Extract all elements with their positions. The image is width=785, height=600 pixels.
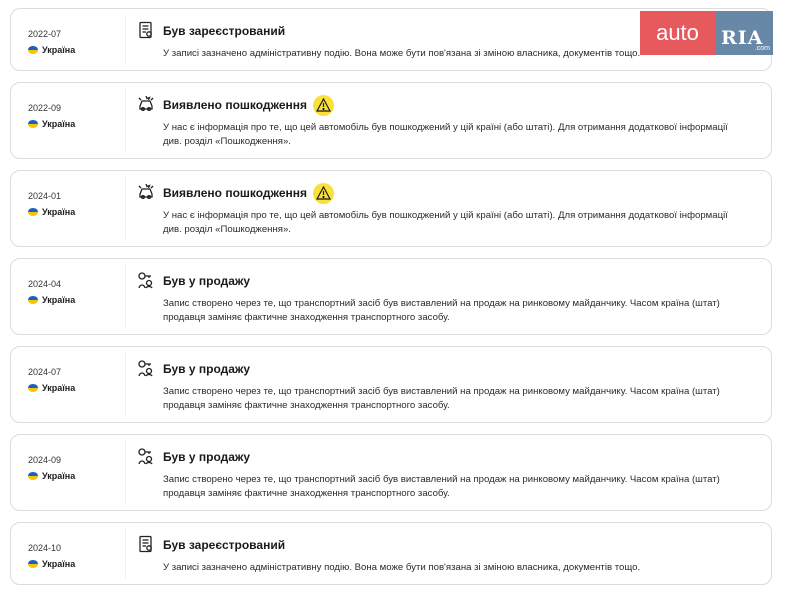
- event-date: 2022-09: [28, 103, 62, 113]
- ukraine-flag-icon: [28, 384, 38, 392]
- event-body: Виявлено пошкодження У нас є інформація …: [126, 171, 771, 246]
- ukraine-flag-icon: [28, 208, 38, 216]
- ukraine-flag-icon: [28, 560, 38, 568]
- damaged-car-icon: [137, 183, 157, 203]
- history-event-card: 2024-10 Україна Був зареєстрований У зап…: [10, 522, 772, 585]
- event-title-row: Виявлено пошкодження: [137, 182, 755, 204]
- event-meta: 2022-09 Україна: [11, 89, 126, 152]
- event-country: Україна: [28, 119, 125, 129]
- history-event-card: 2022-09 Україна Виявлено пошкодження У н…: [10, 82, 772, 159]
- event-date: 2024-10: [28, 543, 62, 553]
- history-event-card: 2024-01 Україна Виявлено пошкодження У н…: [10, 170, 772, 247]
- autoria-watermark-logo: auto RIA .com: [640, 11, 774, 55]
- event-meta: 2024-09 Україна: [11, 441, 126, 504]
- event-title-row: Був зареєстрований: [137, 535, 755, 555]
- event-title: Був зареєстрований: [163, 538, 286, 552]
- event-country: Україна: [28, 471, 125, 481]
- event-meta: 2024-07 Україна: [11, 353, 126, 416]
- event-country: Україна: [28, 295, 125, 305]
- event-title: Був зареєстрований: [163, 24, 286, 38]
- registration-document-icon: [137, 21, 157, 41]
- event-meta: 2024-04 Україна: [11, 265, 126, 328]
- event-title-row: Був у продажу: [137, 271, 755, 291]
- event-date: 2024-07: [28, 367, 62, 377]
- event-meta: 2022-07 Україна: [11, 15, 126, 64]
- history-event-card: 2024-07 Україна Був у продажу Запис ство…: [10, 346, 772, 423]
- event-country-label: Україна: [42, 45, 76, 55]
- event-country-label: Україна: [42, 559, 76, 569]
- warning-icon: [313, 94, 335, 116]
- for-sale-key-icon: [137, 447, 157, 467]
- event-description: У нас є інформація про те, що цей автомо…: [163, 210, 728, 235]
- logo-ria-block: RIA .com: [715, 11, 773, 55]
- event-date: 2024-01: [28, 191, 62, 201]
- for-sale-key-icon: [137, 271, 157, 291]
- for-sale-key-icon: [137, 359, 157, 379]
- event-description: Запис створено через те, що транспортний…: [163, 298, 720, 323]
- vehicle-history-timeline: 2022-07 Україна Був зареєстрований У зап…: [10, 8, 772, 596]
- event-country: Україна: [28, 207, 125, 217]
- registration-document-icon: [137, 535, 157, 555]
- event-title-row: Був у продажу: [137, 359, 755, 379]
- event-title: Був у продажу: [163, 450, 251, 464]
- event-date: 2022-07: [28, 29, 62, 39]
- logo-domain-text: .com: [754, 45, 770, 52]
- ukraine-flag-icon: [28, 120, 38, 128]
- event-title-row: Був у продажу: [137, 447, 755, 467]
- event-country-label: Україна: [42, 383, 76, 393]
- event-country-label: Україна: [42, 471, 76, 481]
- event-meta: 2024-01 Україна: [11, 177, 126, 240]
- event-body: Виявлено пошкодження У нас є інформація …: [126, 83, 771, 158]
- event-description: Запис створено через те, що транспортний…: [163, 474, 720, 499]
- event-description: У записі зазначено адміністративну подію…: [163, 562, 641, 573]
- event-country: Україна: [28, 383, 125, 393]
- warning-icon: [313, 182, 335, 204]
- event-country-label: Україна: [42, 295, 76, 305]
- ukraine-flag-icon: [28, 46, 38, 54]
- event-country-label: Україна: [42, 207, 76, 217]
- damaged-car-icon: [137, 95, 157, 115]
- event-country: Україна: [28, 559, 125, 569]
- event-body: Був у продажу Запис створено через те, щ…: [126, 259, 771, 334]
- ukraine-flag-icon: [28, 296, 38, 304]
- logo-auto-text: auto: [640, 11, 715, 55]
- event-date: 2024-04: [28, 279, 62, 289]
- event-description: Запис створено через те, що транспортний…: [163, 386, 720, 411]
- event-body: Був у продажу Запис створено через те, щ…: [126, 347, 771, 422]
- event-body: Був у продажу Запис створено через те, щ…: [126, 435, 771, 510]
- history-event-card: 2024-04 Україна Був у продажу Запис ство…: [10, 258, 772, 335]
- history-event-card: 2024-09 Україна Був у продажу Запис ство…: [10, 434, 772, 511]
- event-meta: 2024-10 Україна: [11, 529, 126, 578]
- event-country-label: Україна: [42, 119, 76, 129]
- ukraine-flag-icon: [28, 472, 38, 480]
- event-title: Виявлено пошкодження: [163, 186, 308, 200]
- event-body: Був зареєстрований У записі зазначено ад…: [126, 523, 771, 584]
- event-title: Був у продажу: [163, 274, 251, 288]
- event-description: У нас є інформація про те, що цей автомо…: [163, 122, 728, 147]
- event-title: Був у продажу: [163, 362, 251, 376]
- event-country: Україна: [28, 45, 125, 55]
- event-title-row: Виявлено пошкодження: [137, 94, 755, 116]
- event-title: Виявлено пошкодження: [163, 98, 308, 112]
- event-date: 2024-09: [28, 455, 62, 465]
